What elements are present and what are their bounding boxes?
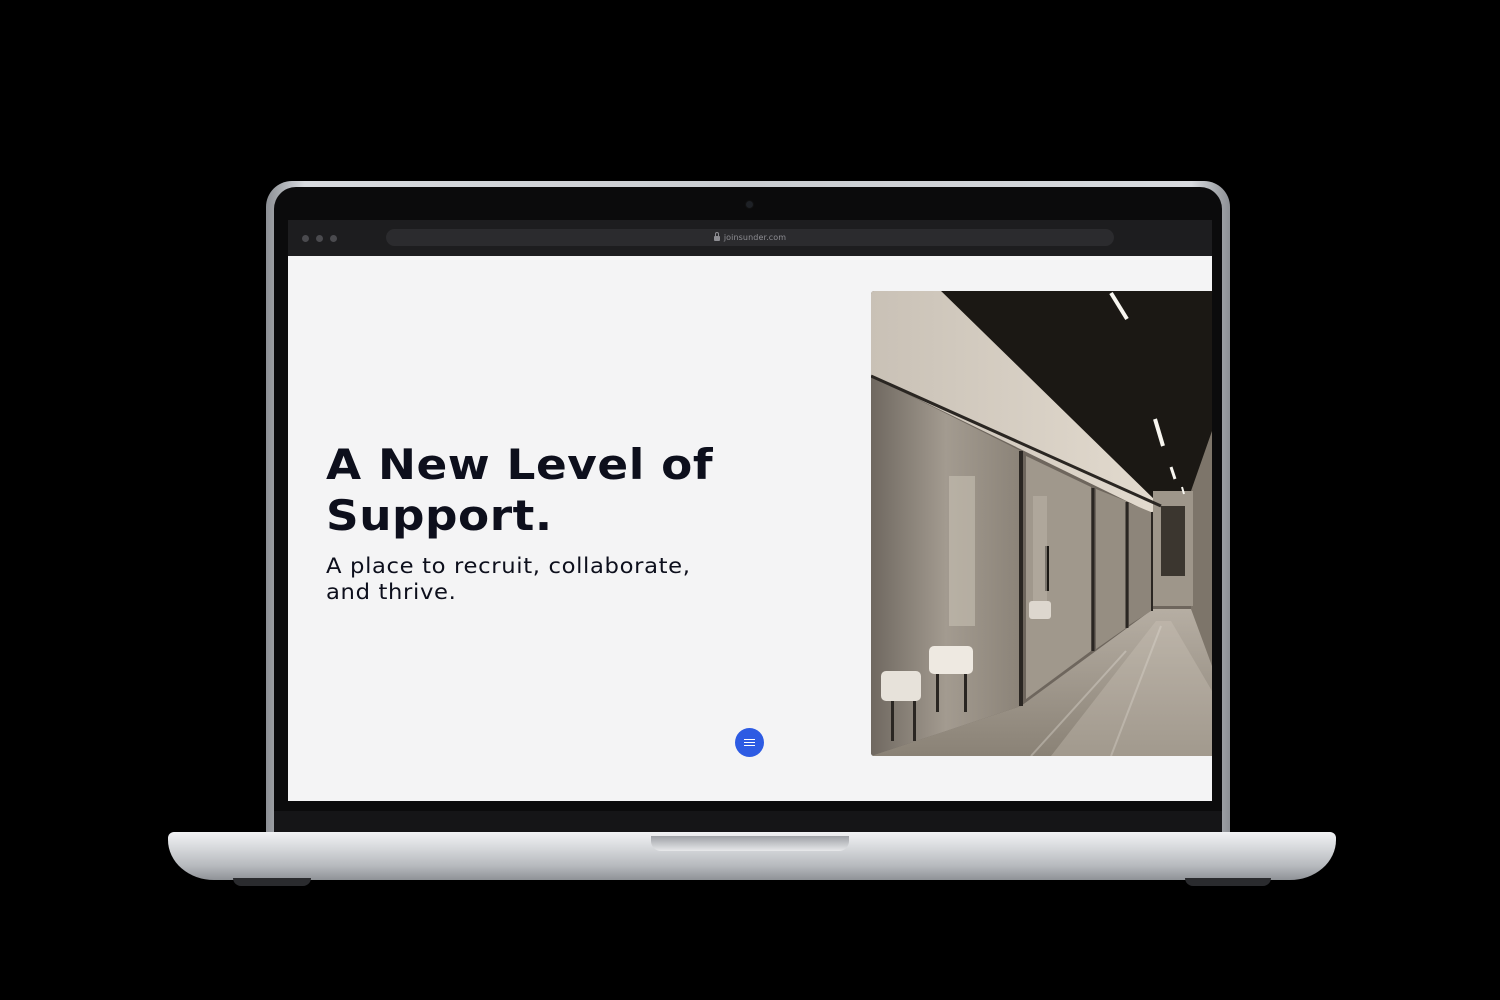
minimize-window-dot[interactable]	[316, 235, 323, 242]
web-page: A New Level of Support. A place to recru…	[288, 256, 1212, 801]
hero-title: A New Level of Support.	[326, 440, 714, 540]
url-text: joinsunder.com	[723, 233, 787, 242]
camera-icon	[746, 201, 753, 208]
lock-icon	[713, 232, 720, 241]
hamburger-icon	[744, 739, 755, 747]
zoom-window-dot[interactable]	[330, 235, 337, 242]
menu-button[interactable]	[735, 728, 764, 757]
corridor-photo	[871, 291, 1212, 756]
hero-subtitle: A place to recruit, collaborate, and thr…	[326, 554, 691, 604]
hero-image	[871, 291, 1212, 756]
laptop-foot-right	[1185, 878, 1271, 886]
device-mockup: joinsunder.com A New Level of Support. A…	[0, 0, 1500, 1000]
laptop-thumb-notch	[651, 836, 849, 851]
close-window-dot[interactable]	[302, 235, 309, 242]
laptop-foot-left	[233, 878, 311, 886]
address-bar[interactable]: joinsunder.com	[386, 229, 1114, 246]
